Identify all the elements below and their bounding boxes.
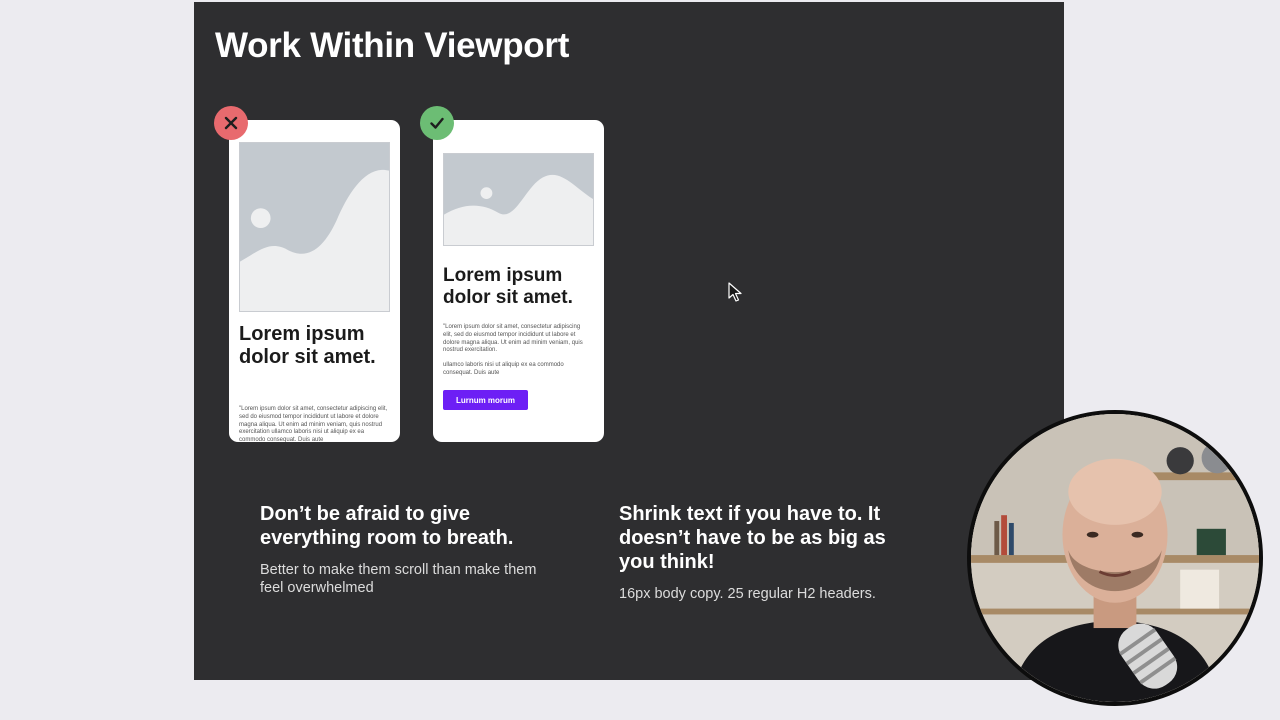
image-placeholder-icon xyxy=(443,153,594,246)
check-icon xyxy=(420,106,454,140)
caption-text: 16px body copy. 25 regular H2 headers. xyxy=(619,586,876,602)
mockup-body-text: "Lorem ipsum dolor sit amet, consectetur… xyxy=(239,406,388,442)
mockup-cta-button[interactable]: Lurnum morum xyxy=(443,390,528,410)
good-example-mockup: Lorem ipsum dolor sit amet. "Lorem ipsum… xyxy=(433,120,604,442)
mockup-heading: Lorem ipsum dolor sit amet. xyxy=(443,265,573,308)
image-placeholder-icon xyxy=(239,142,390,312)
caption-heading: Don’t be afraid to give everything room … xyxy=(260,503,514,549)
close-icon xyxy=(214,106,248,140)
bad-example-mockup: Lorem ipsum dolor sit amet. "Lorem ipsum… xyxy=(229,120,400,442)
presenter-webcam xyxy=(967,410,1263,706)
mouse-pointer-icon xyxy=(728,282,744,302)
presentation-slide: Work Within Viewport Lorem ipsum dolor s… xyxy=(194,2,1064,680)
mockup-body-text-2: ullamco laboris nisi ut aliquip ex ea co… xyxy=(443,362,564,376)
caption-text: Better to make them scroll than make the… xyxy=(260,562,537,596)
slide-title: Work Within Viewport xyxy=(215,26,570,65)
mockup-body-text: "Lorem ipsum dolor sit amet, consectetur… xyxy=(443,324,583,354)
mockup-heading: Lorem ipsum dolor sit amet. xyxy=(239,323,376,368)
caption-heading: Shrink text if you have to. It doesn’t h… xyxy=(619,503,886,573)
